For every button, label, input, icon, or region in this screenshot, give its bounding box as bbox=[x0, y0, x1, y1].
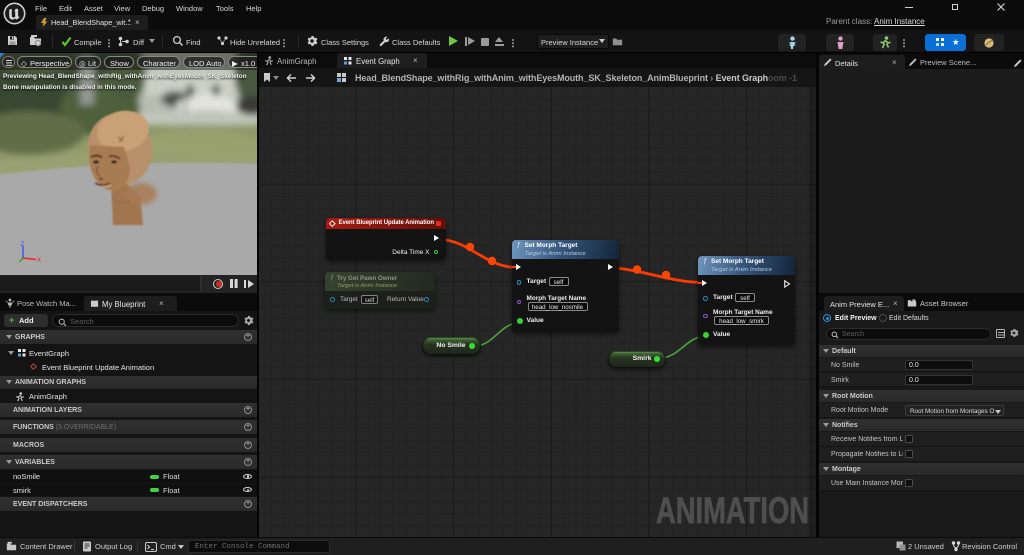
svg-text:X: X bbox=[37, 258, 41, 264]
svg-text:Z: Z bbox=[21, 242, 25, 248]
svg-text:ANIMATION: ANIMATION bbox=[656, 490, 809, 531]
